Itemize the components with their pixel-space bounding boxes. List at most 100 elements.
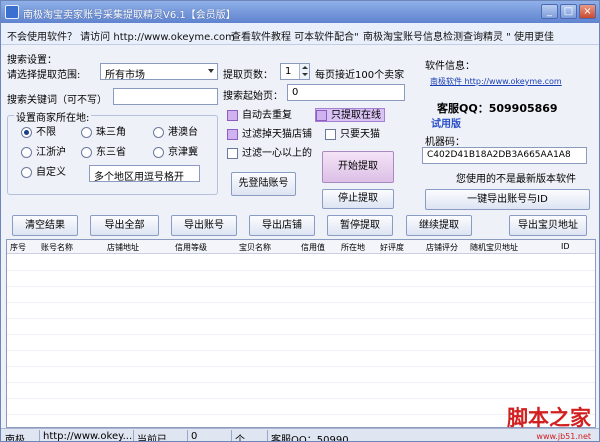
radio-location-jjj[interactable]: 京津冀: [153, 147, 198, 160]
vendor-link[interactable]: 南极软件 http://www.okeyme.com: [430, 76, 562, 87]
app-icon: [5, 5, 19, 19]
column-header[interactable]: 序号: [10, 242, 26, 253]
column-header[interactable]: 信用值: [301, 242, 325, 253]
column-header[interactable]: 店铺地址: [107, 242, 139, 253]
row-gridline: [7, 318, 595, 319]
start-page-label: 搜索起始页：: [223, 91, 283, 102]
results-table[interactable]: 序号 账号名称 店铺地址 信用等级 宝贝名称 信用值 所在地 好评度 店铺评分 …: [6, 239, 596, 428]
machine-code-field[interactable]: C402D41B18A2DB3A665AA1A8: [422, 147, 587, 164]
row-gridline: [7, 350, 595, 351]
start-button[interactable]: 开始提取: [322, 151, 394, 183]
table-header: 序号 账号名称 店铺地址 信用等级 宝贝名称 信用值 所在地 好评度 店铺评分 …: [7, 240, 595, 254]
trial-badge: 试用版: [431, 119, 461, 130]
pages-value: 1: [285, 66, 292, 77]
row-gridline: [7, 302, 595, 303]
help-link[interactable]: 不会使用软件？ 请访问 http://www.okeyme.com: [7, 28, 235, 43]
ad-bar: 不会使用软件？ 请访问 http://www.okeyme.com 查看软件教程…: [1, 23, 599, 45]
login-button[interactable]: 先登陆账号: [231, 172, 296, 196]
radio-location-any[interactable]: 不限: [21, 127, 56, 140]
resume-button[interactable]: 继续提取: [406, 215, 472, 236]
radio-dot: [153, 127, 164, 138]
column-header[interactable]: 所在地: [341, 242, 365, 253]
skip-tmall-checkbox[interactable]: 过滤掉天猫店铺: [227, 128, 312, 142]
column-header[interactable]: 随机宝贝地址: [470, 242, 518, 253]
range-select[interactable]: 所有市场: [100, 63, 218, 80]
checkbox-box: [227, 148, 238, 159]
radio-dot: [81, 147, 92, 158]
pages-label: 提取页数：: [223, 70, 273, 81]
maximize-button[interactable]: □: [560, 4, 577, 19]
export-account-id-button[interactable]: 一键导出账号与ID: [425, 189, 590, 210]
export-item-urls-button[interactable]: 导出宝贝地址: [509, 215, 587, 236]
checkbox-box: [227, 110, 238, 121]
start-page-input[interactable]: 0: [287, 84, 405, 101]
row-gridline: [7, 334, 595, 335]
row-gridline: [7, 270, 595, 271]
range-select-value: 所有市场: [105, 70, 145, 80]
radio-dot: [21, 127, 32, 138]
checkbox-box: [325, 129, 336, 140]
filter-heart-checkbox[interactable]: 过滤一心以上的: [227, 147, 312, 161]
export-shops-button[interactable]: 导出店铺: [249, 215, 315, 236]
pause-button[interactable]: 暂停提取: [327, 215, 393, 236]
export-accounts-button[interactable]: 导出账号: [171, 215, 237, 236]
radio-location-hkmotw[interactable]: 港澳台: [153, 127, 198, 140]
online-only-checkbox[interactable]: 只提取在线: [315, 108, 385, 122]
tutorial-link[interactable]: 查看软件教程 可本软件配合": [231, 28, 359, 43]
radio-location-prd[interactable]: 珠三角: [81, 127, 126, 140]
row-gridline: [7, 286, 595, 287]
column-header[interactable]: 店铺评分: [426, 242, 458, 253]
machine-code-label: 机器码：: [425, 137, 465, 148]
status-count: 0: [191, 431, 198, 442]
dedupe-checkbox[interactable]: 自动去重复: [227, 109, 292, 123]
row-gridline: [7, 382, 595, 383]
watermark-url: www.jb51.net: [536, 432, 591, 441]
window-title: 南极淘宝卖家账号采集提取精灵V6.1【会员版】: [23, 10, 236, 21]
title-bar: 南极淘宝卖家账号采集提取精灵V6.1【会员版】 _ □ ×: [1, 1, 599, 23]
status-progress-label: 当前已...: [137, 435, 177, 442]
site-watermark: 脚本之家 www.jb51.net: [507, 402, 591, 441]
watermark-logo: 脚本之家: [507, 405, 591, 430]
search-settings-label: 搜索设置：: [7, 55, 57, 66]
status-unit: 个...: [235, 435, 255, 442]
column-header[interactable]: 宝贝名称: [239, 242, 271, 253]
support-qq: 客服QQ：509905869: [437, 102, 558, 115]
column-header[interactable]: ID: [561, 242, 570, 251]
radio-dot: [81, 127, 92, 138]
export-all-button[interactable]: 导出全部: [90, 215, 159, 236]
chevron-down-icon: [208, 69, 214, 73]
clear-results-button[interactable]: 清空结果: [12, 215, 78, 236]
range-label: 请选择提取范围:: [7, 70, 81, 81]
radio-dot: [21, 147, 32, 158]
companion-text: 南极淘宝账号信息检测查询精灵 " 使用更佳: [363, 32, 554, 43]
stepper-arrows[interactable]: [299, 64, 309, 79]
column-header[interactable]: 好评度: [380, 242, 404, 253]
tmall-only-checkbox[interactable]: 只要天猫: [325, 128, 380, 142]
keyword-input[interactable]: [113, 88, 218, 105]
radio-dot: [153, 147, 164, 158]
column-header[interactable]: 信用等级: [175, 242, 207, 253]
custom-location-input[interactable]: 多个地区用逗号格开: [89, 165, 200, 182]
minimize-button[interactable]: _: [541, 4, 558, 19]
version-notice: 您使用的不是最新版本软件: [456, 174, 576, 185]
app-window: 南极淘宝卖家账号采集提取精灵V6.1【会员版】 _ □ × 不会使用软件？ 请访…: [0, 0, 600, 442]
status-app: 南极...: [5, 435, 35, 442]
radio-location-custom[interactable]: 自定义: [21, 167, 66, 180]
stop-button[interactable]: 停止提取: [322, 189, 394, 209]
close-button[interactable]: ×: [579, 4, 596, 19]
row-gridline: [7, 366, 595, 367]
radio-location-jzh[interactable]: 江浙沪: [21, 147, 66, 160]
info-title: 软件信息：: [425, 61, 475, 72]
column-header[interactable]: 账号名称: [41, 242, 73, 253]
row-gridline: [7, 398, 595, 399]
pages-stepper[interactable]: 1: [280, 63, 310, 80]
radio-location-northeast[interactable]: 东三省: [81, 147, 126, 160]
status-url: http://www.okey...: [43, 431, 133, 442]
pages-hint: 每页接近100个卖家: [315, 70, 405, 81]
location-group-title: 设置商家所在地:: [14, 109, 92, 124]
checkbox-box: [316, 110, 327, 121]
keyword-label: 搜索关键词（可不写）: [7, 95, 107, 106]
radio-dot: [21, 167, 32, 178]
checkbox-box: [227, 129, 238, 140]
status-support: 客服QQ：50990...: [271, 435, 359, 442]
